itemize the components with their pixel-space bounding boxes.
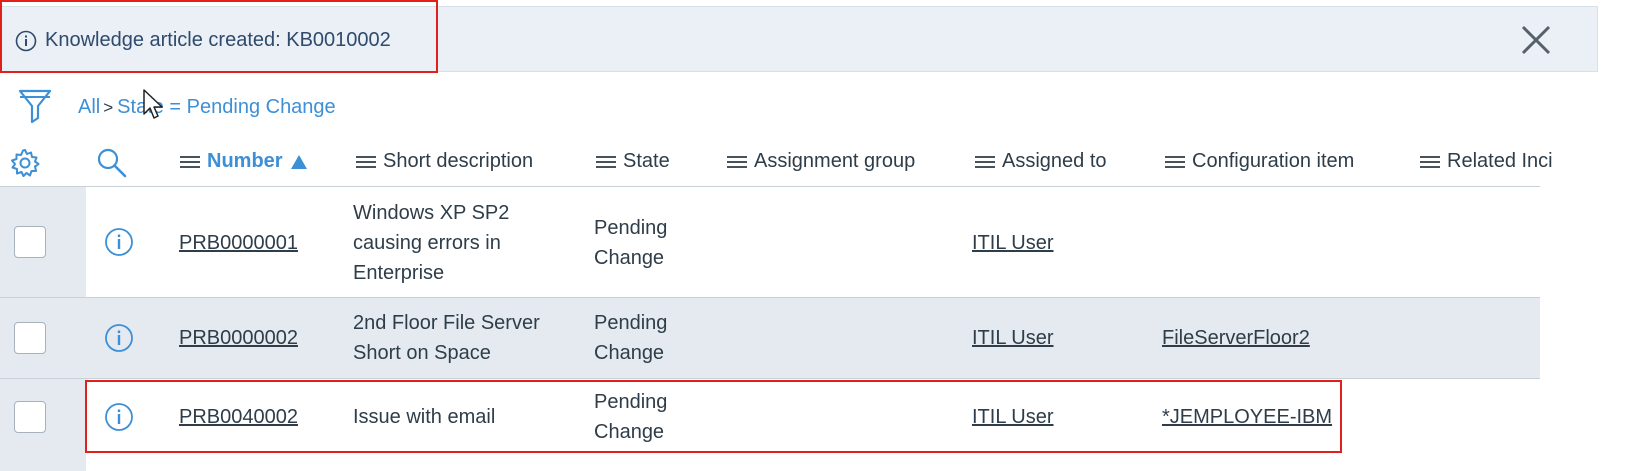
row-state: Pending Change (594, 217, 668, 269)
row-state: Pending Change (594, 391, 668, 443)
row-state: Pending Change (594, 312, 668, 364)
menu-icon[interactable] (727, 153, 747, 171)
row-short-description: Windows XP SP2 causing errors in Enterpr… (353, 202, 510, 284)
table-header: Number Short description State Assignmen… (0, 136, 1629, 186)
breadcrumb: All > State = Pending Change (78, 96, 336, 119)
row-number-link[interactable]: PRB0000002 (179, 323, 298, 353)
column-header-short-description[interactable]: Short description (356, 150, 533, 173)
search-icon[interactable] (96, 147, 128, 179)
row-configuration-item-link[interactable]: *JEMPLOYEE-IBM (1162, 402, 1332, 432)
table-row[interactable]: PRB0000001 Windows XP SP2 causing errors… (0, 187, 1540, 297)
row-checkbox[interactable] (14, 322, 46, 354)
column-header-state[interactable]: State (596, 150, 670, 173)
sort-ascending-icon (290, 154, 307, 169)
menu-icon[interactable] (596, 153, 616, 171)
info-icon (15, 30, 37, 51)
row-assigned-to-link[interactable]: ITIL User (972, 323, 1054, 353)
row-short-description: 2nd Floor File Server Short on Space (353, 312, 540, 364)
menu-icon[interactable] (975, 153, 995, 171)
row-assigned-to-link[interactable]: ITIL User (972, 228, 1054, 258)
info-icon[interactable] (104, 323, 134, 353)
column-header-assigned-to[interactable]: Assigned to (975, 150, 1107, 173)
table-row[interactable]: PRB0040002 Issue with email Pending Chan… (0, 379, 1540, 471)
breadcrumb-all[interactable]: All (78, 96, 100, 119)
row-number-link[interactable]: PRB0000001 (179, 228, 298, 258)
row-configuration-item-link[interactable]: FileServerFloor2 (1162, 323, 1310, 353)
menu-icon[interactable] (1420, 153, 1440, 171)
cursor-pointer (143, 89, 163, 119)
gear-icon[interactable] (10, 148, 40, 178)
column-header-assignment-group[interactable]: Assignment group (727, 150, 915, 173)
info-icon[interactable] (104, 227, 134, 257)
menu-icon[interactable] (356, 153, 376, 171)
menu-icon[interactable] (1165, 153, 1185, 171)
notification-message: Knowledge article created: KB0010002 (45, 29, 391, 51)
table-row[interactable]: PRB0000002 2nd Floor File Server Short o… (0, 298, 1540, 378)
filter-icon[interactable] (18, 88, 52, 126)
column-header-number[interactable]: Number (180, 150, 307, 173)
notification-banner: Knowledge article created: KB0010002 (0, 6, 1598, 72)
row-number-link[interactable]: PRB0040002 (179, 402, 298, 432)
row-checkbox[interactable] (14, 226, 46, 258)
row-short-description: Issue with email (353, 406, 496, 428)
breadcrumb-separator: > (103, 97, 114, 117)
row-checkbox[interactable] (14, 401, 46, 433)
column-header-configuration-item[interactable]: Configuration item (1165, 150, 1354, 173)
close-icon[interactable] (1519, 23, 1553, 57)
column-header-related-incidents[interactable]: Related Inci (1420, 150, 1553, 173)
menu-icon[interactable] (180, 153, 200, 171)
info-icon[interactable] (104, 402, 134, 432)
row-assigned-to-link[interactable]: ITIL User (972, 402, 1054, 432)
